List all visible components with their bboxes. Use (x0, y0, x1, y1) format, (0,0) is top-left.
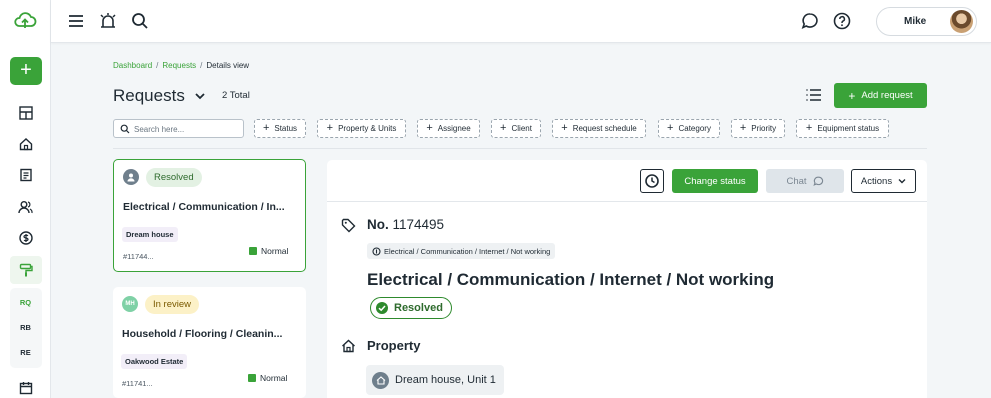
status-badge: Resolved (370, 297, 452, 319)
change-status-button[interactable]: Change status (672, 169, 758, 193)
status-badge: Resolved (146, 168, 202, 187)
search-icon[interactable] (130, 11, 150, 31)
plus-icon: + (561, 122, 568, 134)
filter-priority[interactable]: + Priority (731, 119, 785, 138)
sidebar-item-maintenance[interactable] (0, 256, 51, 284)
priority-square-icon (249, 247, 257, 255)
user-menu[interactable]: Mike (876, 7, 977, 36)
property-heading: Property (367, 338, 421, 353)
chat-bubble-icon[interactable] (800, 11, 820, 31)
page-title[interactable]: Requests (113, 86, 185, 106)
paint-roller-icon (19, 263, 33, 277)
chevron-down-icon (898, 179, 906, 184)
filter-equipment-status[interactable]: + Equipment status (796, 119, 889, 138)
quick-add-button[interactable]: + (10, 57, 42, 85)
property-unit-chip[interactable]: Dream house, Unit 1 (366, 365, 504, 395)
breadcrumb-current: Details view (206, 61, 250, 70)
request-title: Electrical / Communication / Internet / … (367, 270, 775, 289)
assignee-avatar: MH (122, 296, 138, 312)
breadcrumb: Dashboard / Requests / Details view (113, 61, 250, 70)
home-icon (19, 138, 32, 151)
sidebar-item-dashboard[interactable] (0, 99, 51, 127)
priority-indicator: Normal (248, 373, 287, 383)
breadcrumb-dashboard[interactable]: Dashboard (113, 61, 152, 70)
chevron-down-icon[interactable] (194, 91, 206, 101)
search-input[interactable] (134, 122, 239, 136)
divider (113, 148, 927, 149)
dollar-icon (18, 231, 33, 245)
filter-property-units[interactable]: + Property & Units (317, 119, 406, 138)
assignee-avatar-icon (123, 169, 139, 185)
property-tag: Oakwood Estate (121, 354, 188, 369)
cloud-logo-icon[interactable] (12, 10, 38, 32)
home-icon (372, 371, 389, 389)
request-card[interactable]: MH In review Household / Flooring / Clea… (113, 287, 306, 398)
people-icon (18, 201, 33, 214)
filter-client[interactable]: + Client (491, 119, 541, 138)
sub-nav-reports[interactable]: RE (0, 348, 51, 357)
sidebar-item-leases[interactable] (0, 161, 51, 189)
home-icon (341, 339, 356, 353)
plus-icon: + (667, 122, 674, 134)
status-badge: In review (145, 295, 200, 314)
sidebar-item-contacts[interactable] (0, 193, 51, 221)
left-sidebar: + RQ RB RE (0, 0, 51, 398)
plus-icon: + (805, 122, 813, 134)
plus-icon: + (739, 122, 747, 134)
sub-nav-requests[interactable]: RQ (0, 298, 51, 307)
hamburger-menu-icon[interactable] (66, 11, 86, 31)
filter-status[interactable]: + Status (254, 119, 306, 138)
request-title: Household / Flooring / Cleanin... (122, 328, 283, 340)
actions-dropdown[interactable]: Actions (851, 169, 916, 193)
filter-assignee[interactable]: + Assignee (417, 119, 480, 138)
avatar (950, 10, 973, 33)
add-request-button[interactable]: + Add request (834, 83, 927, 108)
chat-bubble-icon (812, 176, 823, 186)
property-tag: Dream house (122, 227, 178, 242)
clock-icon (645, 174, 659, 188)
check-circle-icon (376, 302, 388, 314)
request-id: #11741... (122, 379, 153, 388)
plus-icon: + (500, 122, 507, 134)
document-icon (19, 168, 32, 182)
wrench-icon (372, 246, 381, 256)
category-chip: Electrical / Communication / Internet / … (367, 243, 556, 259)
top-bar: Mike (51, 0, 991, 43)
plus-icon: + (262, 122, 270, 134)
filter-category[interactable]: + Category (658, 119, 720, 138)
dashboard-icon (18, 106, 33, 120)
search-icon (120, 124, 130, 134)
chat-button[interactable]: Chat (766, 169, 844, 193)
history-button[interactable] (640, 169, 664, 193)
breadcrumb-requests[interactable]: Requests (162, 61, 196, 70)
divider (327, 201, 927, 202)
sub-nav-recurring[interactable]: RB (0, 323, 51, 332)
plus-icon: + (848, 88, 856, 103)
sidebar-item-properties[interactable] (0, 130, 51, 158)
filter-request-schedule[interactable]: + Request schedule (552, 119, 646, 138)
request-number: No. 1174495 (367, 217, 445, 232)
priority-square-icon (248, 374, 256, 382)
calendar-icon (19, 382, 32, 395)
sidebar-item-calendar[interactable] (0, 374, 51, 398)
priority-indicator: Normal (249, 246, 288, 256)
request-card[interactable]: Resolved Electrical / Communication / In… (113, 159, 306, 272)
list-view-icon[interactable] (805, 87, 823, 103)
plus-icon: + (326, 122, 334, 134)
sidebar-item-accounting[interactable] (0, 224, 51, 252)
help-icon[interactable] (832, 11, 852, 31)
search-field[interactable] (113, 119, 244, 138)
request-id: #11744... (123, 252, 154, 261)
plus-icon: + (426, 122, 433, 134)
request-title: Electrical / Communication / In... (123, 201, 285, 213)
tag-icon (341, 218, 356, 233)
total-count: 2 Total (222, 90, 250, 101)
add-request-label: Add request (861, 90, 913, 101)
user-name: Mike (904, 16, 927, 27)
request-detail-panel: Change status Chat Actions No. 1174495 E… (327, 160, 927, 398)
notification-bell-icon[interactable] (98, 11, 118, 31)
